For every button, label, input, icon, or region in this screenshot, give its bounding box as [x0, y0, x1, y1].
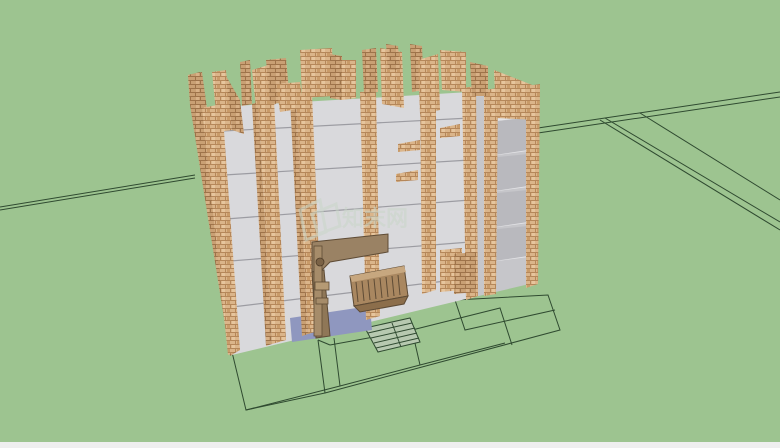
- watermark-text: 知末网: [342, 206, 408, 232]
- viewport-bottom-strip: [0, 442, 780, 448]
- 3d-viewport[interactable]: 知末网: [0, 0, 780, 448]
- model-canvas[interactable]: 知末网: [0, 0, 780, 448]
